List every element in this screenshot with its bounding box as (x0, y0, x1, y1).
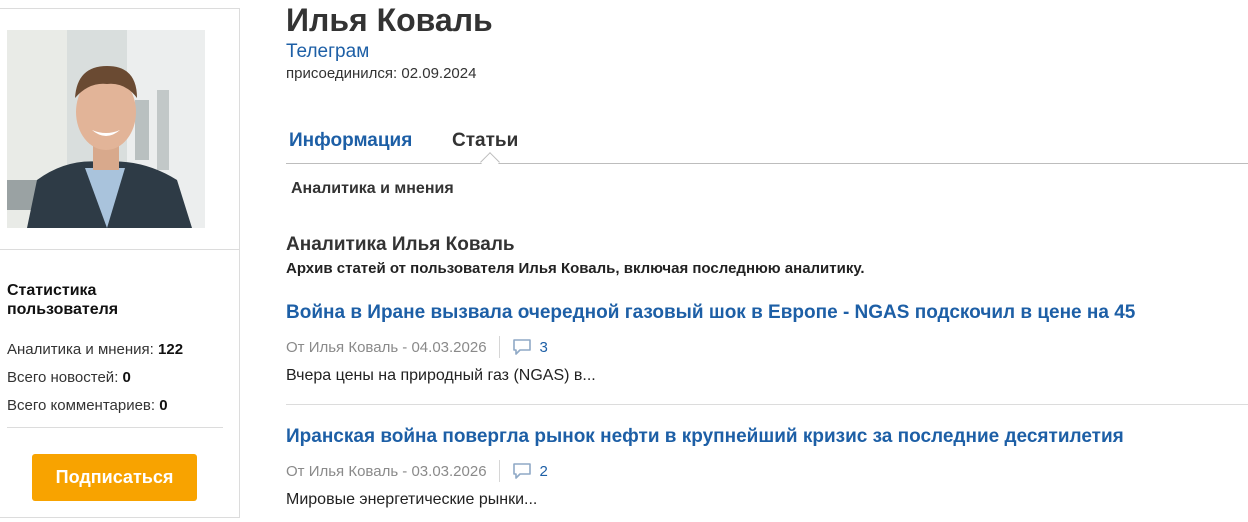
article-divider (286, 404, 1248, 405)
comments-link[interactable]: 2 (512, 462, 548, 480)
section-description: Архив статей от пользователя Илья Коваль… (286, 260, 865, 277)
subscribe-button[interactable]: Подписаться (32, 454, 197, 501)
tab-articles[interactable]: Статьи (452, 130, 518, 152)
joined-date: присоединился: 02.09.2024 (286, 65, 477, 82)
article-author-date: От Илья Коваль - 03.03.2026 (286, 462, 487, 480)
stat-value: 0 (122, 369, 131, 386)
stats-title: Статистика пользователя (7, 282, 119, 318)
sidebar-divider (0, 249, 239, 250)
comments-link[interactable]: 3 (512, 338, 548, 356)
user-name: Илья Коваль (286, 2, 493, 38)
active-tab-indicator (480, 152, 500, 172)
telegram-link[interactable]: Телеграм (286, 41, 369, 63)
subtab-analytics[interactable]: Аналитика и мнения (291, 180, 454, 198)
stat-analytics: Аналитика и мнения: 122 (7, 341, 183, 359)
profile-tabs: Информация Статьи (286, 128, 1248, 172)
meta-divider (498, 460, 500, 482)
stat-news: Всего новостей: 0 (7, 369, 131, 387)
article-meta: От Илья Коваль - 03.03.2026 2 (286, 460, 548, 482)
article-title-link[interactable]: Война в Иране вызвала очередной газовый … (286, 302, 1135, 324)
comments-count: 3 (539, 338, 548, 356)
comment-bubble-icon (512, 339, 531, 355)
stat-label: Всего новостей: (7, 369, 123, 386)
sidebar-divider (7, 427, 223, 428)
article-snippet: Вчера цены на природный газ (NGAS) в... (286, 367, 596, 384)
section-title: Аналитика Илья Коваль (286, 234, 515, 255)
tab-information[interactable]: Информация (289, 130, 412, 152)
profile-sidebar: Статистика пользователя Аналитика и мнен… (0, 8, 240, 518)
stat-comments: Всего комментариев: 0 (7, 397, 168, 415)
comments-count: 2 (539, 462, 548, 480)
meta-divider (498, 336, 500, 358)
article-title-link[interactable]: Иранская война повергла рынок нефти в кр… (286, 426, 1124, 448)
article-author-date: От Илья Коваль - 04.03.2026 (286, 338, 487, 356)
stat-label: Всего комментариев: (7, 397, 160, 414)
avatar-photo (7, 30, 205, 228)
article-meta: От Илья Коваль - 04.03.2026 3 (286, 336, 548, 358)
comment-bubble-icon (512, 463, 531, 479)
stat-value: 0 (159, 397, 168, 414)
stat-value: 122 (158, 341, 184, 358)
article-snippet: Мировые энергетические рынки... (286, 491, 538, 508)
stat-label: Аналитика и мнения: (7, 341, 159, 358)
avatar (7, 30, 205, 228)
